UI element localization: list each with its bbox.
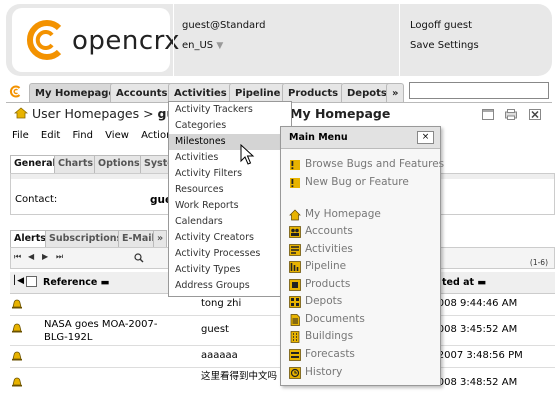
new-bug-icon: [290, 178, 300, 188]
bell-icon: [12, 351, 22, 361]
history-icon: [289, 367, 301, 379]
sort-icon[interactable]: ▬: [101, 277, 110, 288]
mouse-cursor-icon: [240, 144, 255, 165]
main-menu-title: Main Menu: [289, 132, 348, 143]
last-page-icon[interactable]: ⏭: [56, 252, 63, 262]
page-title: User Homepages > gues: [13, 106, 191, 121]
breadcrumb[interactable]: User Homepages >: [32, 106, 158, 121]
user-info: guest@Standard en_US ▼: [173, 4, 396, 76]
column-header-created-at[interactable]: ted at ▬: [442, 277, 486, 288]
row-name: aaaaaa: [201, 350, 238, 361]
row-date: /2008 9:44:46 AM: [428, 298, 518, 309]
window-icon[interactable]: [482, 109, 494, 120]
column-header-reference[interactable]: Reference ▬: [43, 277, 110, 288]
first-page-icon[interactable]: ⏮: [14, 252, 21, 262]
menu-view[interactable]: View: [105, 130, 129, 141]
select-all-checkbox[interactable]: [26, 276, 37, 287]
logo-text: opencrx: [72, 26, 181, 56]
menu-item-address-groups[interactable]: Address Groups: [169, 278, 291, 294]
sort-icon[interactable]: ▬: [477, 277, 486, 288]
menu-item-activity-processes[interactable]: Activity Processes: [169, 246, 291, 262]
close-icon[interactable]: [529, 109, 541, 120]
logo[interactable]: opencrx: [12, 8, 180, 72]
prev-page-icon[interactable]: ◀: [28, 252, 34, 261]
bell-icon: [12, 323, 22, 333]
menu-item-calendars[interactable]: Calendars: [169, 214, 291, 230]
opencrx-small-icon[interactable]: [9, 85, 22, 98]
search-input[interactable]: [409, 82, 549, 99]
bug-icon: [290, 160, 300, 170]
menu-item-milestones[interactable]: Milestones: [169, 134, 291, 150]
menu-item-resources[interactable]: Resources: [169, 182, 291, 198]
tab-alerts[interactable]: Alerts: [10, 230, 50, 247]
app-header: opencrx guest@Standard en_US ▼ Logoff gu…: [6, 4, 552, 76]
row-date: /2008 3:45:52 AM: [428, 324, 518, 335]
chevron-down-icon: ▼: [216, 41, 224, 51]
pipeline-icon: [289, 261, 301, 273]
products-icon: [289, 279, 301, 291]
main-menu-header: Main Menu ×: [281, 127, 440, 149]
title-icon: [13, 106, 32, 121]
top-nav: My Homepage Accounts Activities Pipeline…: [6, 81, 552, 103]
locale-select[interactable]: en_US ▼: [182, 40, 223, 51]
row-date: 9/2007 3:48:56 PM: [428, 350, 523, 361]
main-menu-popup: Main Menu × Browse Bugs and Features New…: [280, 126, 444, 386]
tab-general[interactable]: General: [10, 155, 60, 173]
tab-more[interactable]: »: [386, 83, 405, 103]
menu-item-activity-types[interactable]: Activity Types: [169, 262, 291, 278]
search-icon[interactable]: [134, 253, 144, 263]
menu-item-work-reports[interactable]: Work Reports: [169, 198, 291, 214]
bell-icon: [12, 299, 22, 309]
tab-pipeline[interactable]: Pipeline: [229, 83, 287, 103]
bell-icon: [12, 377, 22, 387]
documents-icon: [290, 314, 300, 326]
menu-item-activity-filters[interactable]: Activity Filters: [169, 166, 291, 182]
forecasts-icon: [289, 349, 301, 361]
row-reference[interactable]: NASA goes MOA-2007-BLG-192L: [44, 318, 174, 344]
menu-item-activities[interactable]: Activities: [169, 150, 291, 166]
menu-edit[interactable]: Edit: [41, 130, 60, 141]
row-name: tong zhi: [201, 298, 242, 309]
tab-my-homepage[interactable]: My Homepage: [29, 83, 122, 103]
menu-item-activity-trackers[interactable]: Activity Trackers: [169, 102, 291, 118]
close-icon[interactable]: ×: [417, 131, 434, 144]
contact-label: Contact:: [15, 194, 58, 205]
row-name: 这里看得到中文吗: [201, 371, 278, 382]
save-settings-link[interactable]: Save Settings: [410, 40, 479, 51]
tab-accounts[interactable]: Accounts: [110, 83, 174, 103]
tab-more-lower[interactable]: »: [153, 230, 168, 247]
tab-products[interactable]: Products: [282, 83, 345, 103]
print-icon[interactable]: [505, 109, 517, 120]
page-title-right: My Homepage: [290, 106, 391, 121]
menu-bar: File Edit Find View Action: [12, 130, 181, 141]
next-page-icon[interactable]: ▶: [42, 252, 48, 261]
header-links: Logoff guest Save Settings: [399, 4, 552, 76]
logoff-link[interactable]: Logoff guest: [410, 20, 472, 31]
tab-charts[interactable]: Charts: [54, 155, 98, 173]
locale-value: en_US: [182, 40, 214, 51]
column-toggle-icon[interactable]: ⏐◀: [12, 276, 24, 286]
depots-icon: [289, 296, 301, 308]
activities-icon: [289, 244, 301, 256]
tab-activities[interactable]: Activities: [168, 83, 233, 103]
buildings-icon: [290, 331, 300, 343]
menu-item-activity-creators[interactable]: Activity Creators: [169, 230, 291, 246]
row-date: /2008 3:48:52 AM: [428, 377, 518, 388]
activities-dropdown-menu: Activity Trackers Categories Milestones …: [168, 101, 292, 297]
menu-find[interactable]: Find: [72, 130, 93, 141]
tab-subscriptions[interactable]: Subscriptions: [45, 230, 127, 247]
home-icon: [289, 209, 301, 221]
tab-options[interactable]: Options: [94, 155, 144, 173]
row-name: guest: [201, 324, 229, 335]
accounts-icon: [289, 226, 301, 238]
page-range: (1-6): [529, 258, 548, 267]
opencrx-logo-icon: [26, 20, 62, 60]
user-name: guest@Standard: [182, 20, 266, 31]
menu-file[interactable]: File: [12, 130, 29, 141]
menu-item-categories[interactable]: Categories: [169, 118, 291, 134]
